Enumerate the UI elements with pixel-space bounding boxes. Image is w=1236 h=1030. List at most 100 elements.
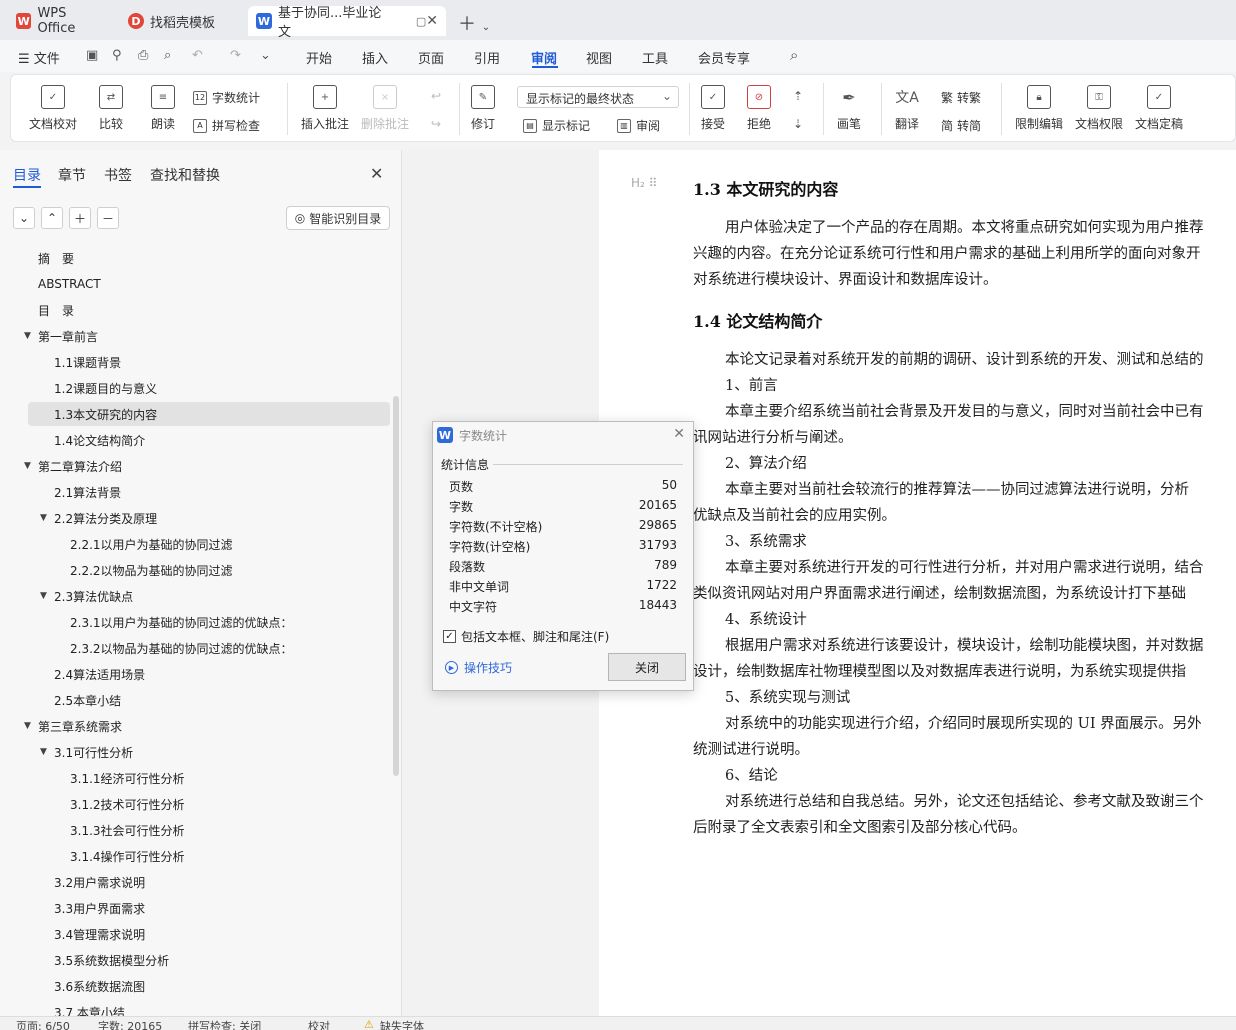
expand-arrow-icon[interactable]: ▼: [24, 461, 31, 471]
toc-item[interactable]: 3.5系统数据模型分析: [28, 948, 390, 972]
document-page[interactable]: H₂ ⠿ 1.3 本文研究的内容 用户体验决定了一个产品的存在周期。本文将重点研究…: [599, 150, 1236, 1016]
quick-access-more-icon[interactable]: ⌄: [260, 48, 271, 63]
expand-arrow-icon[interactable]: ▼: [40, 747, 47, 757]
menu-insert[interactable]: 插入: [362, 48, 388, 67]
show-markup-button[interactable]: ▤ 显示标记: [523, 117, 590, 134]
toc-item[interactable]: 3.1.4操作可行性分析: [28, 844, 390, 868]
include-footnotes-checkbox[interactable]: ✓ 包括文本框、脚注和尾注(F): [443, 628, 609, 645]
toc-item[interactable]: 3.1.2技术可行性分析: [28, 792, 390, 816]
nav-tab-toc[interactable]: 目录: [13, 165, 41, 185]
heading-level-icon[interactable]: H₂ ⠿: [631, 176, 657, 190]
close-tab-icon[interactable]: ✕: [426, 13, 438, 29]
toc-item[interactable]: ▼ 第三章系统需求: [24, 714, 390, 738]
share-icon[interactable]: ⚲: [112, 48, 122, 63]
nav-tab-sections[interactable]: 章节: [58, 165, 86, 185]
toc-item[interactable]: 摘 要: [28, 246, 390, 270]
toc-item[interactable]: 3.4管理需求说明: [28, 922, 390, 946]
toc-scrollbar[interactable]: [393, 396, 399, 776]
tab-docer[interactable]: D 找稻壳模板: [120, 6, 242, 36]
menu-reference[interactable]: 引用: [474, 48, 500, 67]
next-comment-icon[interactable]: ↪: [431, 117, 441, 131]
nav-tab-find-replace[interactable]: 查找和替换: [150, 165, 220, 185]
undo-icon[interactable]: ↶: [192, 48, 203, 63]
dialog-close-icon[interactable]: ✕: [673, 426, 685, 442]
toc-item[interactable]: 2.2.2以物品为基础的协同过滤: [28, 558, 390, 582]
tab-document[interactable]: W 基于协同...毕业论文 ▢ ✕: [248, 6, 446, 40]
tips-link[interactable]: ▶ 操作技巧: [445, 659, 512, 676]
toc-item[interactable]: 3.7 本章小结: [28, 1000, 390, 1017]
doc-permission-button[interactable]: ⚿ 文档权限: [1075, 85, 1123, 132]
collapse-up-button[interactable]: ⌃: [41, 207, 63, 229]
toc-item[interactable]: 1.3本文研究的内容: [28, 402, 390, 426]
toc-item[interactable]: ▼ 2.2算法分类及原理: [28, 506, 390, 530]
word-count-indicator[interactable]: 字数: 20165: [98, 1018, 162, 1030]
previous-change-icon[interactable]: ⇡: [793, 89, 803, 103]
new-tab-icon[interactable]: ＋ ⌄: [458, 10, 490, 36]
expand-down-button[interactable]: ⌄: [13, 207, 35, 229]
spell-check-button[interactable]: A 拼写检查: [193, 117, 260, 134]
close-pane-icon[interactable]: ✕: [370, 164, 383, 183]
spell-check-status[interactable]: 拼写检查: 关闭: [188, 1018, 261, 1030]
toc-item[interactable]: 3.6系统数据流图: [28, 974, 390, 998]
menu-member[interactable]: 会员专享: [698, 48, 750, 67]
smart-toc-button[interactable]: ◎ 智能识别目录: [286, 206, 390, 230]
toc-item[interactable]: ▼ 第二章算法介绍: [24, 454, 390, 478]
toc-item[interactable]: 3.2用户需求说明: [28, 870, 390, 894]
toc-item[interactable]: 2.5本章小结: [28, 688, 390, 712]
save-icon[interactable]: ▣: [86, 48, 98, 63]
toc-item[interactable]: 目 录: [28, 298, 390, 322]
print-preview-icon[interactable]: ⌕: [164, 48, 171, 63]
translate-button[interactable]: 文A 翻译: [895, 85, 919, 132]
review-pane-button[interactable]: ▥ 审阅: [617, 117, 660, 134]
remove-heading-button[interactable]: －: [97, 207, 119, 229]
next-change-icon[interactable]: ⇣: [793, 117, 803, 131]
expand-arrow-icon[interactable]: ▼: [40, 513, 47, 523]
previous-comment-icon[interactable]: ↩: [431, 89, 441, 103]
read-aloud-button[interactable]: ≡ 朗读: [151, 85, 175, 132]
tab-wps-office[interactable]: W WPS Office: [8, 6, 114, 36]
close-button[interactable]: 关闭: [608, 653, 686, 681]
nav-tab-bookmarks[interactable]: 书签: [104, 165, 132, 185]
reject-button[interactable]: ⊘ 拒绝: [747, 85, 771, 132]
toc-item[interactable]: ▼ 3.1可行性分析: [28, 740, 390, 764]
menu-review[interactable]: 审阅: [531, 48, 557, 67]
toc-item[interactable]: ▼ 2.3算法优缺点: [28, 584, 390, 608]
search-icon[interactable]: ⌕: [790, 46, 798, 64]
compare-button[interactable]: ⇄ 比较: [99, 85, 123, 132]
toc-item[interactable]: ▼ 第一章前言: [24, 324, 390, 348]
menu-tools[interactable]: 工具: [642, 48, 668, 67]
page-indicator[interactable]: 页面: 6/50: [16, 1018, 70, 1030]
print-icon[interactable]: ⎙: [138, 48, 148, 63]
missing-font-status[interactable]: 缺失字体: [380, 1018, 424, 1030]
insert-comment-button[interactable]: + 插入批注: [301, 85, 349, 132]
toc-item[interactable]: 1.4论文结构简介: [28, 428, 390, 452]
toc-item[interactable]: 2.1算法背景: [28, 480, 390, 504]
toc-item[interactable]: 2.3.2以物品为基础的协同过滤的优缺点：: [28, 636, 390, 660]
proofread-button[interactable]: ✓ 文档校对: [29, 85, 77, 132]
word-count-button[interactable]: 12 字数统计: [193, 89, 260, 106]
expand-arrow-icon[interactable]: ▼: [24, 331, 31, 341]
toc-item[interactable]: 1.1课题背景: [28, 350, 390, 374]
expand-arrow-icon[interactable]: ▼: [40, 591, 47, 601]
markup-state-select[interactable]: 显示标记的最终状态 ⌄: [517, 86, 679, 108]
redo-icon[interactable]: ↷: [230, 48, 241, 63]
menu-home[interactable]: 开始: [306, 48, 332, 67]
add-heading-button[interactable]: ＋: [69, 207, 91, 229]
proofread-status[interactable]: 校对: [308, 1018, 330, 1030]
file-menu[interactable]: ☰ 文件: [18, 48, 60, 67]
ink-button[interactable]: ✒ 画笔: [837, 85, 861, 132]
toc-item[interactable]: 2.2.1以用户为基础的协同过滤: [28, 532, 390, 556]
to-traditional-button[interactable]: 繁 转繁: [941, 89, 981, 106]
delete-comment-button[interactable]: × 删除批注: [361, 85, 409, 132]
toc-item[interactable]: 3.3用户界面需求: [28, 896, 390, 920]
toc-item[interactable]: 2.4算法适用场景: [28, 662, 390, 686]
restore-icon[interactable]: ▢: [416, 15, 426, 28]
doc-finalize-button[interactable]: ✓ 文档定稿: [1135, 85, 1183, 132]
toc-item[interactable]: 3.1.1经济可行性分析: [28, 766, 390, 790]
toc-item[interactable]: 1.2课题目的与意义: [28, 376, 390, 400]
accept-button[interactable]: ✓ 接受: [701, 85, 725, 132]
to-simplified-button[interactable]: 简 转简: [941, 117, 981, 134]
restrict-edit-button[interactable]: 🔒︎ 限制编辑: [1015, 85, 1063, 132]
expand-arrow-icon[interactable]: ▼: [24, 721, 31, 731]
menu-view[interactable]: 视图: [586, 48, 612, 67]
